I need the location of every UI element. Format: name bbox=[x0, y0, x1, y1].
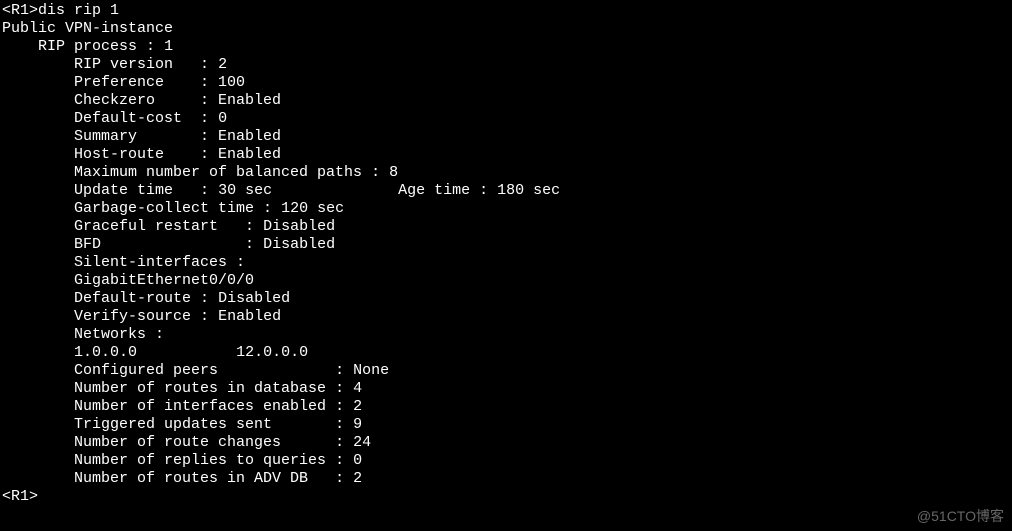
routes-adv-db-value: 2 bbox=[353, 470, 362, 487]
silent-interfaces-label: Silent-interfaces : bbox=[74, 254, 245, 271]
replies-queries-label: Number of replies to queries bbox=[74, 452, 326, 469]
garbage-collect-value: 120 sec bbox=[281, 200, 344, 217]
verify-source-label: Verify-source bbox=[74, 308, 191, 325]
graceful-restart-label: Graceful restart bbox=[74, 218, 218, 235]
max-balanced-label: Maximum number of balanced paths bbox=[74, 164, 362, 181]
rip-process-id: 1 bbox=[164, 38, 173, 55]
bfd-label: BFD bbox=[74, 236, 101, 253]
rip-version-value: 2 bbox=[218, 56, 227, 73]
prompt: <R1> bbox=[2, 488, 38, 505]
summary-label: Summary bbox=[74, 128, 137, 145]
route-changes-label: Number of route changes bbox=[74, 434, 281, 451]
networks-label: Networks : bbox=[74, 326, 164, 343]
watermark: @51CTO博客 bbox=[917, 507, 1004, 525]
configured-peers-label: Configured peers bbox=[74, 362, 218, 379]
command-text: dis rip 1 bbox=[38, 2, 119, 19]
age-time-label: Age time bbox=[398, 182, 470, 199]
graceful-restart-value: Disabled bbox=[263, 218, 335, 235]
routes-db-value: 4 bbox=[353, 380, 362, 397]
preference-label: Preference bbox=[74, 74, 164, 91]
silent-interface-value: GigabitEthernet0/0/0 bbox=[74, 272, 254, 289]
vpn-instance-header: Public VPN-instance bbox=[2, 20, 173, 37]
summary-value: Enabled bbox=[218, 128, 281, 145]
rip-version-label: RIP version bbox=[74, 56, 173, 73]
rip-process-label: RIP process bbox=[38, 38, 137, 55]
configured-peers-value: None bbox=[353, 362, 389, 379]
routes-db-label: Number of routes in database bbox=[74, 380, 326, 397]
interfaces-enabled-label: Number of interfaces enabled bbox=[74, 398, 326, 415]
interfaces-enabled-value: 2 bbox=[353, 398, 362, 415]
preference-value: 100 bbox=[218, 74, 245, 91]
host-route-label: Host-route bbox=[74, 146, 164, 163]
garbage-collect-label: Garbage-collect time bbox=[74, 200, 254, 217]
host-route-value: Enabled bbox=[218, 146, 281, 163]
default-route-value: Disabled bbox=[218, 290, 290, 307]
triggered-updates-value: 9 bbox=[353, 416, 362, 433]
network-2: 12.0.0.0 bbox=[236, 344, 308, 361]
replies-queries-value: 0 bbox=[353, 452, 362, 469]
terminal-output[interactable]: <R1>dis rip 1 Public VPN-instance RIP pr… bbox=[0, 0, 1012, 506]
triggered-updates-label: Triggered updates sent bbox=[74, 416, 272, 433]
age-time-value: 180 sec bbox=[497, 182, 560, 199]
max-balanced-value: 8 bbox=[389, 164, 398, 181]
update-time-value: 30 sec bbox=[218, 182, 272, 199]
routes-adv-db-label: Number of routes in ADV DB bbox=[74, 470, 308, 487]
bfd-value: Disabled bbox=[263, 236, 335, 253]
checkzero-label: Checkzero bbox=[74, 92, 155, 109]
verify-source-value: Enabled bbox=[218, 308, 281, 325]
default-cost-value: 0 bbox=[218, 110, 227, 127]
default-cost-label: Default-cost bbox=[74, 110, 182, 127]
prompt: <R1> bbox=[2, 2, 38, 19]
update-time-label: Update time bbox=[74, 182, 173, 199]
checkzero-value: Enabled bbox=[218, 92, 281, 109]
default-route-label: Default-route bbox=[74, 290, 191, 307]
network-1: 1.0.0.0 bbox=[74, 344, 137, 361]
route-changes-value: 24 bbox=[353, 434, 371, 451]
